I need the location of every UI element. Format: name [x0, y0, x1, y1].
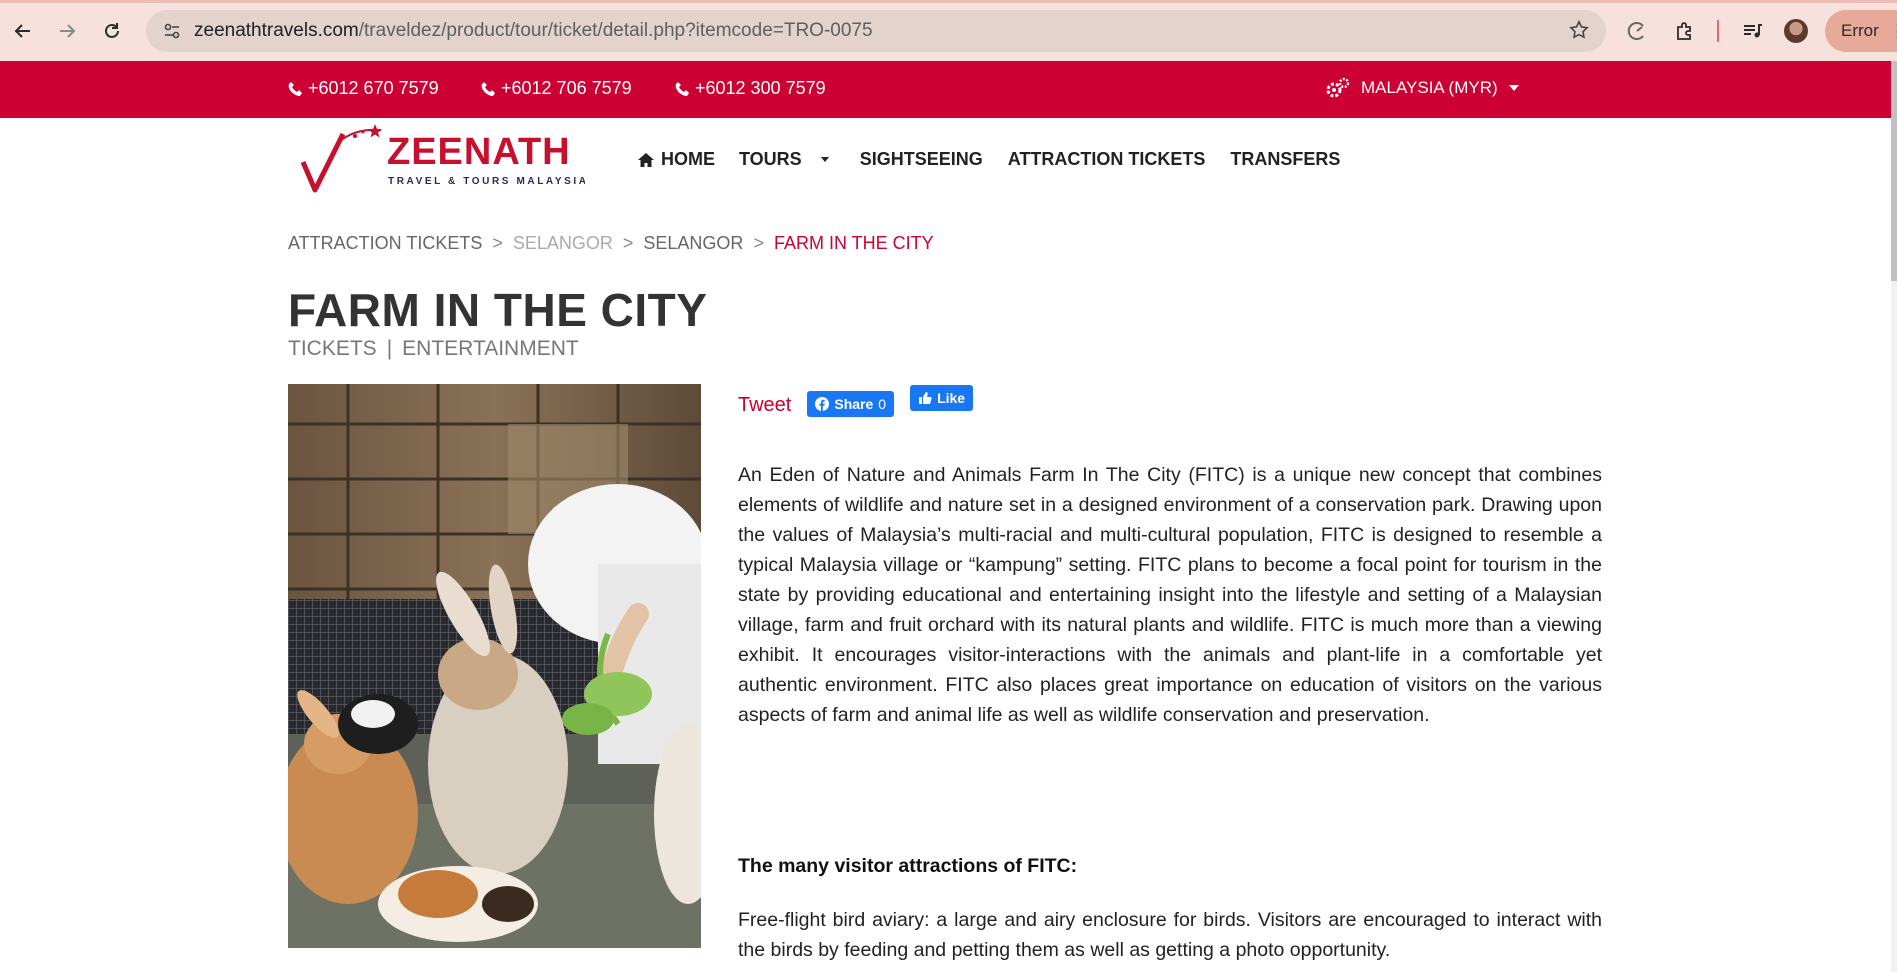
category-entertainment: ENTERTAINMENT	[402, 337, 579, 360]
nav-attraction-tickets[interactable]: ATTRACTION TICKETS	[1008, 149, 1206, 170]
scrollbar-thumb[interactable]	[1891, 61, 1897, 281]
profile-avatar[interactable]	[1784, 19, 1808, 43]
nav-home-label: HOME	[661, 149, 715, 169]
nav-attraction-tickets-label: ATTRACTION TICKETS	[1007, 149, 1206, 169]
profile-error-button[interactable]: Error ⋮	[1825, 10, 1897, 52]
breadcrumb-separator: >	[622, 233, 634, 253]
bookmark-star-icon[interactable]	[1568, 19, 1590, 46]
nav-transfers-label: TRANSFERS	[1230, 149, 1341, 169]
currency-label: MALAYSIA (MYR)	[1361, 78, 1498, 97]
breadcrumb-separator: >	[753, 233, 764, 253]
nav-sightseeing[interactable]: SIGHTSEEING	[860, 149, 983, 170]
breadcrumb-selangor-state[interactable]: SELANGOR	[513, 233, 613, 254]
share-label: Share	[834, 396, 874, 412]
phone-number: +6012 706 7579	[501, 78, 632, 98]
gears-icon	[1326, 77, 1350, 98]
error-label: Error	[1841, 21, 1879, 40]
phone-icon	[288, 81, 302, 96]
page-scrollbar[interactable]	[1891, 61, 1897, 972]
facebook-like-button[interactable]: Like	[910, 385, 974, 411]
nav-sightseeing-label: SIGHTSEEING	[859, 149, 983, 169]
facebook-share-button[interactable]: Share 0	[807, 391, 895, 417]
attractions-heading: The many visitor attractions of FITC:	[738, 855, 1078, 877]
site-info-icon[interactable]	[158, 21, 186, 41]
extensions-icon[interactable]	[1668, 14, 1702, 48]
currency-selector[interactable]: MALAYSIA (MYR)	[1325, 77, 1520, 99]
product-categories: TICKETS | ENTERTAINMENT	[288, 337, 579, 361]
url-domain: zeenathtravels.com	[194, 20, 359, 41]
breadcrumb-current: FARM IN THE CITY	[773, 233, 934, 253]
caret-down-icon	[1508, 85, 1519, 91]
category-tickets: TICKETS	[288, 337, 377, 360]
url-text: zeenathtravels.com/traveldez/product/tou…	[194, 20, 873, 42]
media-controls-icon[interactable]	[1735, 14, 1769, 48]
tab-strip-edge	[0, 0, 1897, 3]
address-bar[interactable]: zeenathtravels.com/traveldez/product/tou…	[146, 10, 1606, 52]
tweet-link[interactable]: Tweet	[738, 394, 791, 417]
reload-icon[interactable]	[95, 14, 129, 48]
phone-number: +6012 300 7579	[695, 78, 826, 98]
page-title: FARM IN THE CITY	[288, 284, 708, 336]
nav-tours-label: TOURS	[739, 149, 802, 169]
phone-number: +6012 670 7579	[308, 78, 439, 98]
browser-toolbar: zeenathtravels.com/traveldez/product/tou…	[0, 0, 1897, 61]
breadcrumb-separator: >	[492, 233, 503, 253]
breadcrumb-selangor-city[interactable]: SELANGOR	[643, 233, 743, 254]
phone-icon	[675, 81, 689, 96]
caret-down-icon	[820, 157, 829, 162]
home-icon	[638, 152, 654, 167]
more-menu-icon[interactable]: ⋮	[1889, 19, 1897, 44]
contact-bar: +6012 670 7579 +6012 706 7579 +6012 300 …	[0, 61, 1891, 118]
attraction-item: Free-flight bird aviary: a large and air…	[738, 909, 1602, 961]
phone-icon	[481, 81, 495, 96]
nav-transfers[interactable]: TRANSFERS	[1230, 149, 1340, 170]
logo-text: ZEENATH	[387, 131, 571, 173]
performance-icon[interactable]	[1620, 14, 1654, 48]
like-label: Like	[937, 390, 966, 406]
facebook-icon	[815, 397, 830, 411]
breadcrumb-attraction-tickets[interactable]: ATTRACTION TICKETS	[288, 233, 482, 254]
site-logo[interactable]: ZEENATH TRAVEL & TOURS MALAYSIA	[295, 122, 586, 194]
back-icon[interactable]	[6, 14, 40, 48]
logo-tagline: TRAVEL & TOURS MALAYSIA	[388, 176, 585, 187]
nav-home[interactable]: HOME	[637, 149, 715, 170]
phone-link-3[interactable]: +6012 300 7579	[675, 78, 826, 99]
breadcrumb: ATTRACTION TICKETS > SELANGOR > SELANGOR…	[288, 233, 934, 254]
main-nav: HOME TOURS SIGHTSEEING ATTRACTION TICKET…	[637, 149, 1340, 170]
forward-icon[interactable]	[50, 14, 84, 48]
phone-link-2[interactable]: +6012 706 7579	[481, 78, 632, 99]
thumbs-up-icon	[919, 392, 932, 404]
category-divider: |	[386, 337, 393, 360]
url-path: /traveldez/product/tour/ticket/detail.ph…	[358, 20, 873, 41]
product-description: An Eden of Nature and Animals Farm In Th…	[738, 464, 1602, 726]
nav-tours[interactable]: TOURS	[739, 149, 830, 170]
product-image	[288, 384, 701, 948]
share-count: 0	[878, 396, 887, 412]
phone-link-1[interactable]: +6012 670 7579	[288, 78, 439, 99]
toolbar-separator	[1717, 20, 1719, 42]
social-share-bar: Tweet Share 0 Like	[738, 385, 974, 417]
